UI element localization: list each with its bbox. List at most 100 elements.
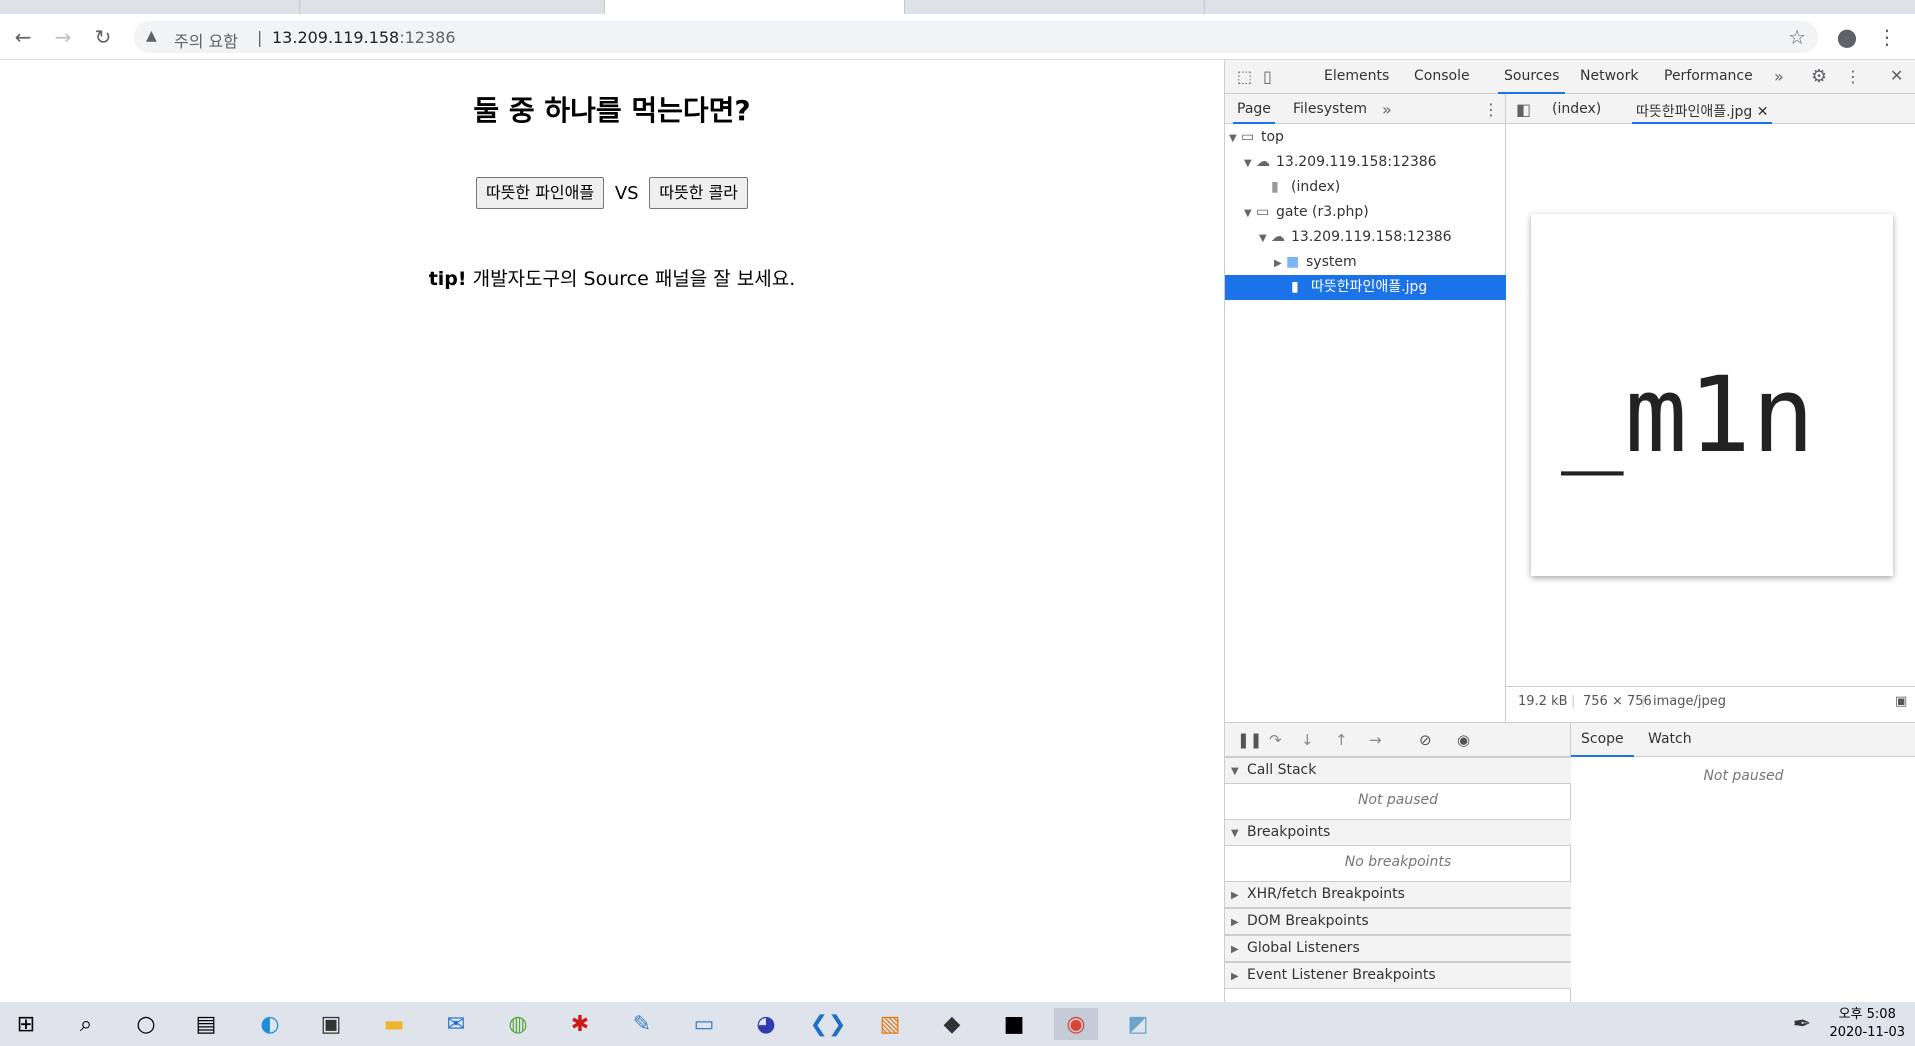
reload-icon[interactable]: ↻ [90,24,116,50]
edge-icon[interactable]: ◐ [248,1008,292,1040]
expand-triangle-icon[interactable]: ▼ [1244,151,1256,176]
step-out-icon[interactable]: ↑ [1335,731,1348,749]
menu-icon[interactable]: ⋮ [1874,24,1900,50]
browser-tab[interactable] [905,0,1205,14]
tab-elements[interactable]: Elements [1324,68,1389,94]
file-explorer-icon[interactable]: ▬ [372,1008,416,1040]
expand-triangle-icon[interactable]: ▼ [1229,126,1241,151]
chrome-icon[interactable]: ◉ [1054,1008,1098,1040]
section-global-listeners[interactable]: ▶ Global Listeners [1225,935,1571,962]
editor-tab-pineapple-jpg[interactable]: 따뜻한파인애플.jpg ✕ [1632,101,1773,124]
collapse-triangle-icon[interactable]: ▶ [1274,251,1286,276]
tree-item-pineapple-jpg[interactable]: ▮ 따뜻한파인애플.jpg [1225,275,1506,300]
collapse-triangle-icon[interactable]: ▶ [1231,883,1243,908]
toggle-navigator-icon[interactable]: ◧ [1516,100,1531,119]
utorrent-icon[interactable]: ◍ [496,1008,540,1040]
security-warning-label[interactable]: 주의 요함 [174,28,238,52]
windows-start-icon[interactable]: ⊞ [4,1008,48,1040]
tree-item-top[interactable]: ▼ ▭ top [1225,125,1506,150]
id-card-icon[interactable]: ▭ [682,1008,726,1040]
devtools-menu-icon[interactable]: ⋮ [1845,67,1861,86]
format-icon[interactable]: ▣ [1895,694,1907,709]
section-event-listener-breakpoints[interactable]: ▶ Event Listener Breakpoints [1225,962,1571,989]
image-mime: image/jpeg [1653,694,1726,709]
profile-icon[interactable]: ● [1834,23,1860,51]
nav-tab-page[interactable]: Page [1233,101,1275,124]
tree-item-index[interactable]: ▮ (index) [1225,175,1506,200]
pause-icon[interactable]: ❚❚ [1237,731,1262,749]
editor-tab-index[interactable]: (index) [1552,101,1601,124]
tab-watch[interactable]: Watch [1648,731,1692,757]
address-bar[interactable]: ▲ 주의 요함 | 13.209.119.158:12386 ☆ [134,21,1818,53]
browser-tab[interactable] [300,0,605,14]
expand-triangle-icon[interactable]: ▼ [1244,201,1256,226]
choice-pineapple-button[interactable]: 따뜻한 파인애플 [475,177,605,209]
browser-tab-active[interactable] [605,0,905,14]
collapse-triangle-icon[interactable]: ▶ [1231,964,1243,989]
task-view-icon[interactable]: ▤ [184,1008,228,1040]
pen-workspace-icon[interactable]: ✒ [1780,1008,1824,1040]
bookmark-star-icon[interactable]: ☆ [1788,25,1806,49]
tab-scope[interactable]: Scope [1571,731,1634,757]
tree-item-gate[interactable]: ▼ ▭ gate (r3.php) [1225,200,1506,225]
more-nav-tabs-icon[interactable]: » [1382,100,1392,119]
tab-network[interactable]: Network [1580,68,1638,94]
folder-icon: ■ [1286,254,1300,270]
tree-item-gate-origin[interactable]: ▼ ☁ 13.209.119.158:12386 [1225,225,1506,250]
tree-item-origin[interactable]: ▼ ☁ 13.209.119.158:12386 [1225,150,1506,175]
clock-date: 2020-11-03 [1829,1025,1905,1040]
tab-performance[interactable]: Performance [1664,68,1753,94]
close-devtools-icon[interactable]: ✕ [1890,66,1903,85]
step-over-icon[interactable]: ↷ [1269,731,1282,749]
choice-cola-button[interactable]: 따뜻한 콜라 [649,177,749,209]
xmind-icon[interactable]: ✱ [558,1008,602,1040]
collapse-triangle-icon[interactable]: ▶ [1231,937,1243,962]
warning-icon[interactable]: ▲ [146,28,157,44]
cortana-icon[interactable]: ○ [124,1008,168,1040]
section-dom-breakpoints[interactable]: ▶ DOM Breakpoints [1225,908,1571,935]
more-tabs-icon[interactable]: » [1774,67,1784,86]
back-icon[interactable]: ← [10,24,36,50]
image-text: _m1n [1561,354,1816,476]
notepad-icon[interactable]: ✎ [620,1008,664,1040]
deactivate-breakpoints-icon[interactable]: ⊘ [1419,731,1432,749]
tree-item-system[interactable]: ▶ ■ system [1225,250,1506,275]
taskbar-clock[interactable]: 오후 5:08 2020-11-03 [1829,1006,1905,1042]
image-preview: _m1n [1531,214,1893,576]
vscode-icon[interactable]: ❮❯ [806,1008,850,1040]
app-icon-blue[interactable]: ◕ [744,1008,788,1040]
pause-on-exceptions-icon[interactable]: ◉ [1457,731,1470,749]
search-icon[interactable]: ⌕ [64,1008,108,1040]
settings-gear-icon[interactable]: ⚙ [1811,66,1827,87]
close-tab-icon[interactable]: ✕ [1757,104,1769,120]
inspect-element-icon[interactable]: ⬚ [1237,67,1252,86]
collapse-triangle-icon[interactable]: ▶ [1231,910,1243,935]
section-xhr-breakpoints[interactable]: ▶ XHR/fetch Breakpoints [1225,881,1571,908]
expand-triangle-icon[interactable]: ▼ [1259,226,1271,251]
url-text[interactable]: 13.209.119.158:12386 [272,28,456,47]
forward-icon[interactable]: → [50,24,76,50]
step-into-icon[interactable]: ↓ [1301,731,1314,749]
section-call-stack[interactable]: ▼ Call Stack [1225,757,1571,784]
browser-tab[interactable] [0,0,300,14]
terminal-icon[interactable]: ■ [992,1008,1036,1040]
tab-sources[interactable]: Sources [1498,68,1566,94]
virtualbox-icon[interactable]: ▧ [868,1008,912,1040]
inkscape-icon[interactable]: ◆ [930,1008,974,1040]
scope-tabbar: Scope Watch [1571,722,1915,757]
navigator-menu-icon[interactable]: ⋮ [1483,100,1499,119]
store-icon[interactable]: ▣ [309,1008,353,1040]
status-divider: | [1571,694,1576,709]
mail-icon[interactable]: ✉ [434,1008,478,1040]
expand-triangle-icon[interactable]: ▼ [1231,759,1243,784]
device-toolbar-icon[interactable]: ▯ [1263,67,1272,86]
nav-tab-filesystem[interactable]: Filesystem [1293,101,1367,117]
app-icon-pen[interactable]: ◩ [1116,1008,1160,1040]
devtools-tabbar: ⬚ ▯ Elements Console Sources Network Per… [1225,60,1915,94]
image-preview-area: _m1n [1506,124,1915,686]
breakpoints-note: No breakpoints [1344,854,1452,870]
expand-triangle-icon[interactable]: ▼ [1231,821,1243,846]
tab-console[interactable]: Console [1414,68,1470,94]
step-icon[interactable]: → [1369,731,1382,749]
section-breakpoints[interactable]: ▼ Breakpoints [1225,819,1571,846]
